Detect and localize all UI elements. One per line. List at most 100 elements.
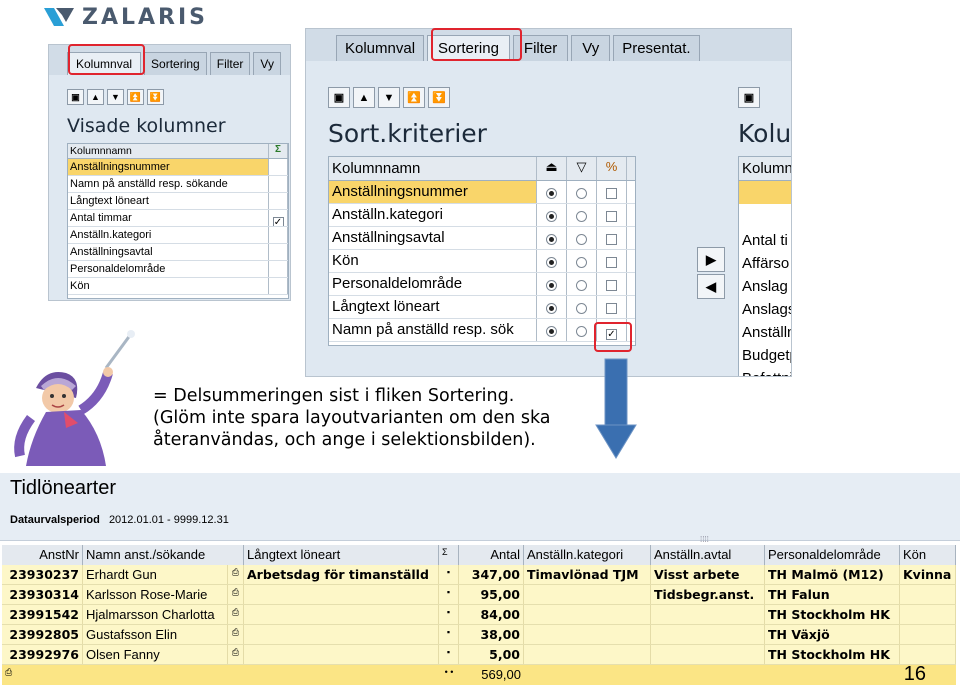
subtotal-checkbox[interactable] <box>606 188 617 199</box>
header-kategori[interactable]: Anställn.kategori <box>524 545 651 565</box>
table-row[interactable]: 23930237 Erhardt Gun ⎙ Arbetsdag för tim… <box>2 565 956 585</box>
total-row[interactable]: ⎙ • • 569,00 <box>2 665 956 685</box>
descending-icon: ▽ <box>567 157 597 180</box>
header-avtal[interactable]: Anställn.avtal <box>651 545 765 565</box>
header-namn[interactable]: Namn anst./sökande <box>83 545 244 565</box>
move-bottom-button[interactable]: ⏬ <box>428 87 450 108</box>
list-item[interactable]: Befattni <box>739 368 791 376</box>
find-button[interactable]: ▣ <box>738 87 760 108</box>
list-item[interactable]: Kön <box>68 278 288 295</box>
caption-line: (Glöm inte spara layoutvarianten om den … <box>153 408 551 428</box>
descending-radio[interactable] <box>576 234 587 245</box>
tab-presentat[interactable]: Presentat. <box>613 35 700 61</box>
panel-title: Sort.kriterier <box>328 119 487 148</box>
sort-criteria-grid: Kolumnnamn ⏏ ▽ % Anställningsnummer Anst… <box>328 156 636 346</box>
table-row[interactable]: 23991542 Hjalmarsson Charlotta ⎙ ▪ 84,00… <box>2 605 956 625</box>
header-antal[interactable]: Antal <box>459 545 524 565</box>
caption-line: återanvändas, och ange i selektionsbilde… <box>153 430 536 450</box>
move-right-button[interactable]: ▶ <box>697 247 725 272</box>
list-item[interactable]: Personaldelområde <box>68 261 288 278</box>
header-kon[interactable]: Kön <box>900 545 956 565</box>
move-top-button[interactable]: ⏫ <box>403 87 425 108</box>
arrow-down-icon: ▼ <box>111 92 120 102</box>
highlight-subtotal-checkbox <box>594 322 632 352</box>
descending-radio[interactable] <box>576 280 587 291</box>
tab-vy[interactable]: Vy <box>571 35 611 61</box>
list-item[interactable]: Antal timmar ✓ <box>68 210 288 227</box>
list-item[interactable]: Anslag <box>739 276 791 299</box>
header-omrade[interactable]: Personaldelområde <box>765 545 900 565</box>
tab-kolumnval[interactable]: Kolumnval <box>336 35 425 61</box>
list-item[interactable] <box>739 181 791 204</box>
header-anstnr[interactable]: AnstNr <box>2 545 83 565</box>
sum-checkbox[interactable]: ✓ <box>272 217 284 226</box>
list-item[interactable]: Anställn <box>739 322 791 345</box>
list-item[interactable]: Budgetp <box>739 345 791 368</box>
subtotal-checkbox[interactable] <box>606 280 617 291</box>
list-item[interactable]: Namn på anställd resp. sökande <box>68 176 288 193</box>
find-button[interactable]: ▣ <box>328 87 350 108</box>
list-item[interactable]: Anställn.kategori <box>68 227 288 244</box>
ascending-radio[interactable] <box>546 188 557 199</box>
table-row[interactable]: 23992976 Olsen Fanny ⎙ ▪ 5,00 TH Stockho… <box>2 645 956 665</box>
logo-text: ZALARIS <box>82 4 208 30</box>
ascending-radio[interactable] <box>546 280 557 291</box>
descending-radio[interactable] <box>576 326 587 337</box>
binoculars-icon: ▣ <box>71 91 80 102</box>
list-item[interactable]: Långtext löneart <box>329 296 635 319</box>
list-item[interactable]: Kön <box>329 250 635 273</box>
descending-radio[interactable] <box>576 257 587 268</box>
subtotal-checkbox[interactable] <box>606 234 617 245</box>
move-left-button[interactable]: ◀ <box>697 274 725 299</box>
move-down-button[interactable]: ▼ <box>107 89 124 105</box>
descending-radio[interactable] <box>576 188 587 199</box>
descending-radio[interactable] <box>576 303 587 314</box>
list-item[interactable]: Anställningsnummer <box>329 181 635 204</box>
ascending-radio[interactable] <box>546 303 557 314</box>
list-item[interactable]: Personaldelområde <box>329 273 635 296</box>
list-item[interactable]: Långtext löneart <box>68 193 288 210</box>
tab-sortering[interactable]: Sortering <box>144 52 207 75</box>
header-sum[interactable]: Σ <box>439 545 459 565</box>
subtotal-checkbox[interactable] <box>606 211 617 222</box>
period-value: 2012.01.01 - 9999.12.31 <box>108 514 229 526</box>
ascending-radio[interactable] <box>546 234 557 245</box>
header-lonart[interactable]: Långtext löneart <box>244 545 439 565</box>
list-item[interactable]: Namn på anställd resp. sök ✓ <box>329 319 635 342</box>
move-bottom-button[interactable]: ⏬ <box>147 89 164 105</box>
descending-radio[interactable] <box>576 211 587 222</box>
subtotal-checkbox[interactable] <box>606 257 617 268</box>
arrow-up-icon: ▲ <box>91 92 100 102</box>
move-down-button[interactable]: ▼ <box>378 87 400 108</box>
tab-vy[interactable]: Vy <box>253 52 281 75</box>
arrow-down-icon: ▼ <box>383 91 395 104</box>
list-item[interactable]: Affärso <box>739 253 791 276</box>
ascending-radio[interactable] <box>546 211 557 222</box>
move-top-button[interactable]: ⏫ <box>127 89 144 105</box>
list-item[interactable]: Anställn.kategori <box>329 204 635 227</box>
list-item[interactable]: Anställningsavtal <box>329 227 635 250</box>
table-row[interactable]: 23930314 Karlsson Rose-Marie ⎙ ▪ 95,00 T… <box>2 585 956 605</box>
sum-column-header: Σ <box>269 144 288 158</box>
table-row[interactable]: 23992805 Gustafsson Elin ⎙ ▪ 38,00 TH Vä… <box>2 625 956 645</box>
move-up-button[interactable]: ▲ <box>87 89 104 105</box>
find-button[interactable]: ▣ <box>67 89 84 105</box>
ascending-radio[interactable] <box>546 326 557 337</box>
total-marker: • • <box>444 667 454 677</box>
zalaris-logo: ZALARIS <box>42 4 208 30</box>
tab-filter[interactable]: Filter <box>209 52 251 75</box>
list-item[interactable]: Anställningsavtal <box>68 244 288 261</box>
list-item[interactable]: Antal ti <box>739 230 791 253</box>
splitter-handle[interactable]: ⁞⁞⁞⁞ <box>700 535 709 544</box>
caption-line: = Delsummeringen sist i fliken Sortering… <box>153 386 515 406</box>
binoculars-icon: ▣ <box>333 92 345 104</box>
list-item[interactable]: Anställningsnummer <box>68 159 288 176</box>
report-title: Tidlönearter <box>10 477 116 499</box>
ascending-radio[interactable] <box>546 257 557 268</box>
highlight-kolumnval-tab <box>68 44 145 75</box>
list-item[interactable]: Anslags <box>739 299 791 322</box>
printer-icon: ⎙ <box>228 565 244 584</box>
total-printer-icon: ⎙ <box>5 667 13 677</box>
subtotal-checkbox[interactable] <box>606 303 617 314</box>
move-up-button[interactable]: ▲ <box>353 87 375 108</box>
